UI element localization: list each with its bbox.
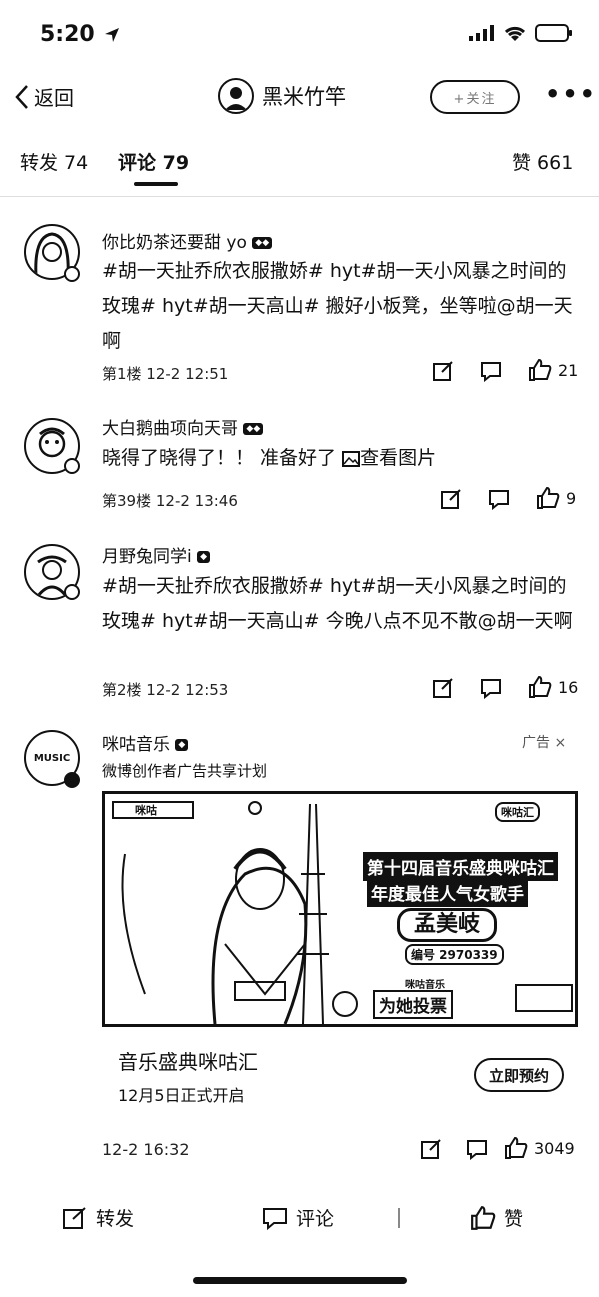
ad-cta-small: 咪咕音乐 (405, 980, 445, 991)
comment-meta: 第39楼 12-2 13:46 (102, 492, 238, 510)
signal-icon (469, 25, 494, 41)
bottom-divider (398, 1208, 400, 1228)
verified-badge-icon (64, 584, 80, 600)
chevron-left-icon (15, 84, 28, 109)
ad-banner[interactable]: 咪咕 咪咕汇 第十四届音乐盛典咪咕汇 年度最佳人气女歌手 孟美岐 编号 2970… (102, 791, 578, 1027)
edit-icon (421, 1139, 441, 1159)
comment-icon (489, 490, 509, 510)
like-count: 9 (566, 488, 577, 508)
ad-headline: 第十四届音乐盛典咪咕汇 (363, 852, 558, 881)
tab-comment[interactable]: 评论 79 (118, 148, 189, 175)
bottom-comment-label: 评论 (296, 1208, 335, 1230)
comment-icon (481, 362, 501, 382)
vip-badge-icon: ◆ (175, 739, 189, 751)
ad-cta-main: 为她投票 (373, 990, 453, 1019)
nav-bar: 返回 黑米竹竿 +关注 ••• (0, 72, 599, 124)
like-count: 16 (558, 677, 579, 697)
reply-button[interactable] (488, 488, 510, 510)
comment-text: 晓得了晓得了！！ 准备好了 查看图片 (102, 447, 437, 469)
comment-icon (263, 1207, 287, 1230)
close-icon: × (554, 735, 567, 751)
ad-headline: 年度最佳人气女歌手 (367, 878, 528, 907)
thumb-up-icon (537, 486, 560, 509)
bottom-comment-button[interactable]: 评论 (262, 1204, 334, 1231)
comment-icon (481, 679, 501, 699)
ad-qr-block (515, 984, 573, 1012)
verified-badge-icon (64, 458, 80, 474)
edit-icon (433, 361, 453, 381)
comment-username[interactable]: 月野兔同学i ◆ (102, 542, 211, 567)
view-image-link[interactable]: 查看图片 (360, 447, 436, 469)
like-count: 21 (558, 360, 579, 380)
tabs-divider (0, 196, 599, 197)
back-label: 返回 (34, 86, 74, 110)
bottom-repost-button[interactable]: 转发 (62, 1204, 134, 1231)
repost-comment-button[interactable] (440, 488, 462, 510)
ad-vote-code: 编号 2970339 (405, 944, 504, 965)
ad-subtitle: 微博创作者广告共享计划 (102, 762, 268, 780)
thumb-up-icon (529, 358, 552, 381)
back-button[interactable]: 返回 (14, 82, 74, 111)
ad-title: 音乐盛典咪咕汇 (118, 1050, 258, 1074)
nav-avatar (218, 78, 254, 114)
ad-time: 12-2 16:32 (102, 1140, 190, 1159)
edit-icon (433, 678, 453, 698)
vip-badge-icon: ◆ (197, 551, 211, 563)
reply-button[interactable] (480, 360, 502, 382)
repost-comment-button[interactable] (432, 360, 454, 382)
like-button[interactable]: 16 (528, 675, 578, 699)
like-count: 3049 (534, 1138, 575, 1158)
nav-username: 黑米竹竿 (262, 85, 346, 109)
tab-repost[interactable]: 转发 74 (20, 148, 88, 175)
ad-repost-button[interactable] (420, 1138, 442, 1160)
thumb-up-icon (529, 675, 552, 698)
edit-icon (441, 489, 461, 509)
repost-comment-button[interactable] (432, 677, 454, 699)
reply-button[interactable] (480, 677, 502, 699)
wifi-icon (504, 26, 526, 41)
bottom-repost-label: 转发 (96, 1208, 135, 1230)
bottom-action-bar: 转发 评论 赞 (0, 1190, 599, 1242)
vip-badge-icon: ◆◆ (243, 423, 264, 435)
comment-username[interactable]: 大白鹅曲项向天哥 ◆◆ (102, 414, 264, 439)
edit-icon (63, 1206, 86, 1229)
tab-indicator (134, 182, 178, 186)
bottom-like-button[interactable]: 赞 (470, 1204, 523, 1231)
ad-like-button[interactable]: 3049 (504, 1136, 575, 1160)
v-badge-icon (64, 772, 80, 788)
ad-account-name[interactable]: 咪咕音乐 ◆ (102, 730, 189, 755)
ad-logo-right: 咪咕汇 (495, 802, 540, 822)
comment-meta: 第2楼 12-2 12:53 (102, 681, 229, 699)
comment-meta: 第1楼 12-2 12:51 (102, 365, 229, 383)
ad-illustration (112, 801, 358, 1024)
like-button[interactable]: 21 (528, 358, 578, 382)
ad-comment-button[interactable] (466, 1138, 488, 1160)
ad-label[interactable]: 广告 × (522, 732, 566, 752)
ad-desc: 12月5日正式开启 (118, 1086, 245, 1105)
nav-user[interactable]: 黑米竹竿 (218, 78, 346, 114)
bottom-like-label: 赞 (504, 1208, 524, 1230)
status-time: 5:20 (40, 22, 120, 47)
comment-text: #胡一天扯乔欣衣服撒娇# hyt#胡一天小风暴之时间的玫瑰# hyt#胡一天高山… (102, 260, 573, 352)
reserve-button[interactable]: 立即预约 (474, 1058, 564, 1092)
comment-username[interactable]: 你比奶茶还要甜 yo ◆◆ (102, 228, 273, 253)
home-indicator (193, 1277, 407, 1284)
ad-logo-left: 咪咕 (135, 804, 157, 817)
status-icons (469, 24, 573, 42)
thumb-up-icon (505, 1136, 528, 1159)
more-options-button[interactable]: ••• (545, 80, 597, 108)
location-arrow-icon (105, 28, 120, 42)
comment-icon (467, 1140, 487, 1160)
image-icon (342, 450, 361, 467)
comment-text: #胡一天扯乔欣衣服撒娇# hyt#胡一天小风暴之时间的玫瑰# hyt#胡一天高山… (102, 575, 573, 632)
like-button[interactable]: 9 (536, 486, 576, 510)
follow-button[interactable]: +关注 (430, 80, 520, 114)
verified-badge-icon (64, 266, 80, 282)
ad-name: 孟美岐 (397, 908, 497, 942)
thumb-up-icon (471, 1205, 496, 1230)
battery-icon (535, 24, 572, 42)
vip-badge-icon: ◆◆ (252, 237, 273, 249)
tab-like[interactable]: 赞 661 (512, 148, 573, 175)
